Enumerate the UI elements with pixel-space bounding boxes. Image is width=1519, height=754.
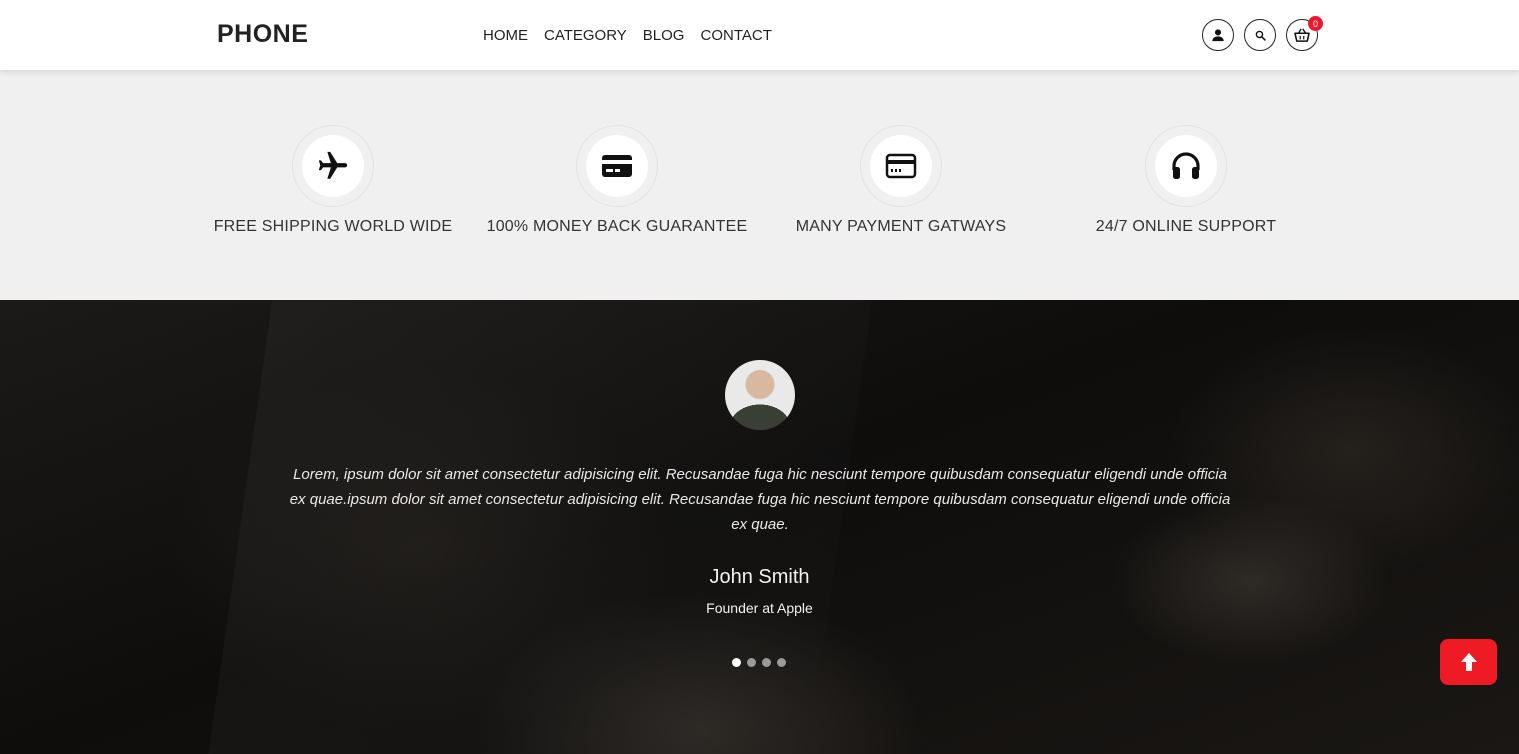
- feature-icon-ring: [576, 125, 658, 207]
- cart-icon[interactable]: 0: [1286, 16, 1323, 51]
- feature-payment-gateways: MANY PAYMENT GATWAYS: [771, 70, 1031, 236]
- credit-card-icon: [586, 135, 648, 197]
- feature-icon-ring: [860, 125, 942, 207]
- carousel-dot-2[interactable]: [747, 658, 756, 667]
- nav-category[interactable]: CATEGORY: [544, 27, 627, 44]
- feature-label: 24/7 ONLINE SUPPORT: [1095, 218, 1277, 235]
- site-header: PHONE HOME CATEGORY BLOG CONTACT 0: [0, 0, 1519, 70]
- feature-free-shipping: FREE SHIPPING WORLD WIDE: [203, 70, 463, 236]
- site-logo[interactable]: PHONE: [217, 20, 308, 49]
- feature-label: 100% MONEY BACK GUARANTEE: [486, 218, 748, 235]
- user-icon[interactable]: [1202, 19, 1234, 51]
- features-section: FREE SHIPPING WORLD WIDE 100% MONEY BACK…: [0, 70, 1519, 300]
- carousel-dots: [732, 658, 786, 667]
- carousel-dot-3[interactable]: [762, 658, 771, 667]
- feature-icon-ring: [292, 125, 374, 207]
- carousel-dot-1[interactable]: [732, 658, 741, 667]
- nav-contact[interactable]: CONTACT: [700, 27, 771, 44]
- feature-icon-ring: [1145, 125, 1227, 207]
- arrow-up-icon: [1460, 653, 1477, 671]
- feature-money-back: 100% MONEY BACK GUARANTEE: [487, 70, 747, 236]
- payment-card-icon: [870, 135, 932, 197]
- feature-online-support: 24/7 ONLINE SUPPORT: [1056, 70, 1316, 236]
- nav-blog[interactable]: BLOG: [643, 27, 685, 44]
- avatar: [725, 360, 795, 430]
- testimonial-name: John Smith: [709, 566, 810, 588]
- testimonial-role: Founder at Apple: [706, 600, 813, 616]
- main-nav: HOME CATEGORY BLOG CONTACT: [483, 27, 772, 44]
- testimonial-quote: Lorem, ipsum dolor sit amet consectetur …: [289, 466, 1231, 533]
- search-icon[interactable]: [1244, 19, 1276, 51]
- carousel-dot-4[interactable]: [777, 658, 786, 667]
- feature-label: FREE SHIPPING WORLD WIDE: [213, 218, 453, 235]
- feature-label: MANY PAYMENT GATWAYS: [795, 218, 1007, 235]
- airplane-icon: [302, 135, 364, 197]
- headphones-icon: [1155, 135, 1217, 197]
- testimonial-section: Lorem, ipsum dolor sit amet consectetur …: [0, 300, 1519, 754]
- header-actions: 0: [1202, 16, 1323, 51]
- cart-count-badge: 0: [1308, 16, 1323, 31]
- nav-home[interactable]: HOME: [483, 27, 528, 44]
- scroll-to-top-button[interactable]: [1440, 639, 1497, 685]
